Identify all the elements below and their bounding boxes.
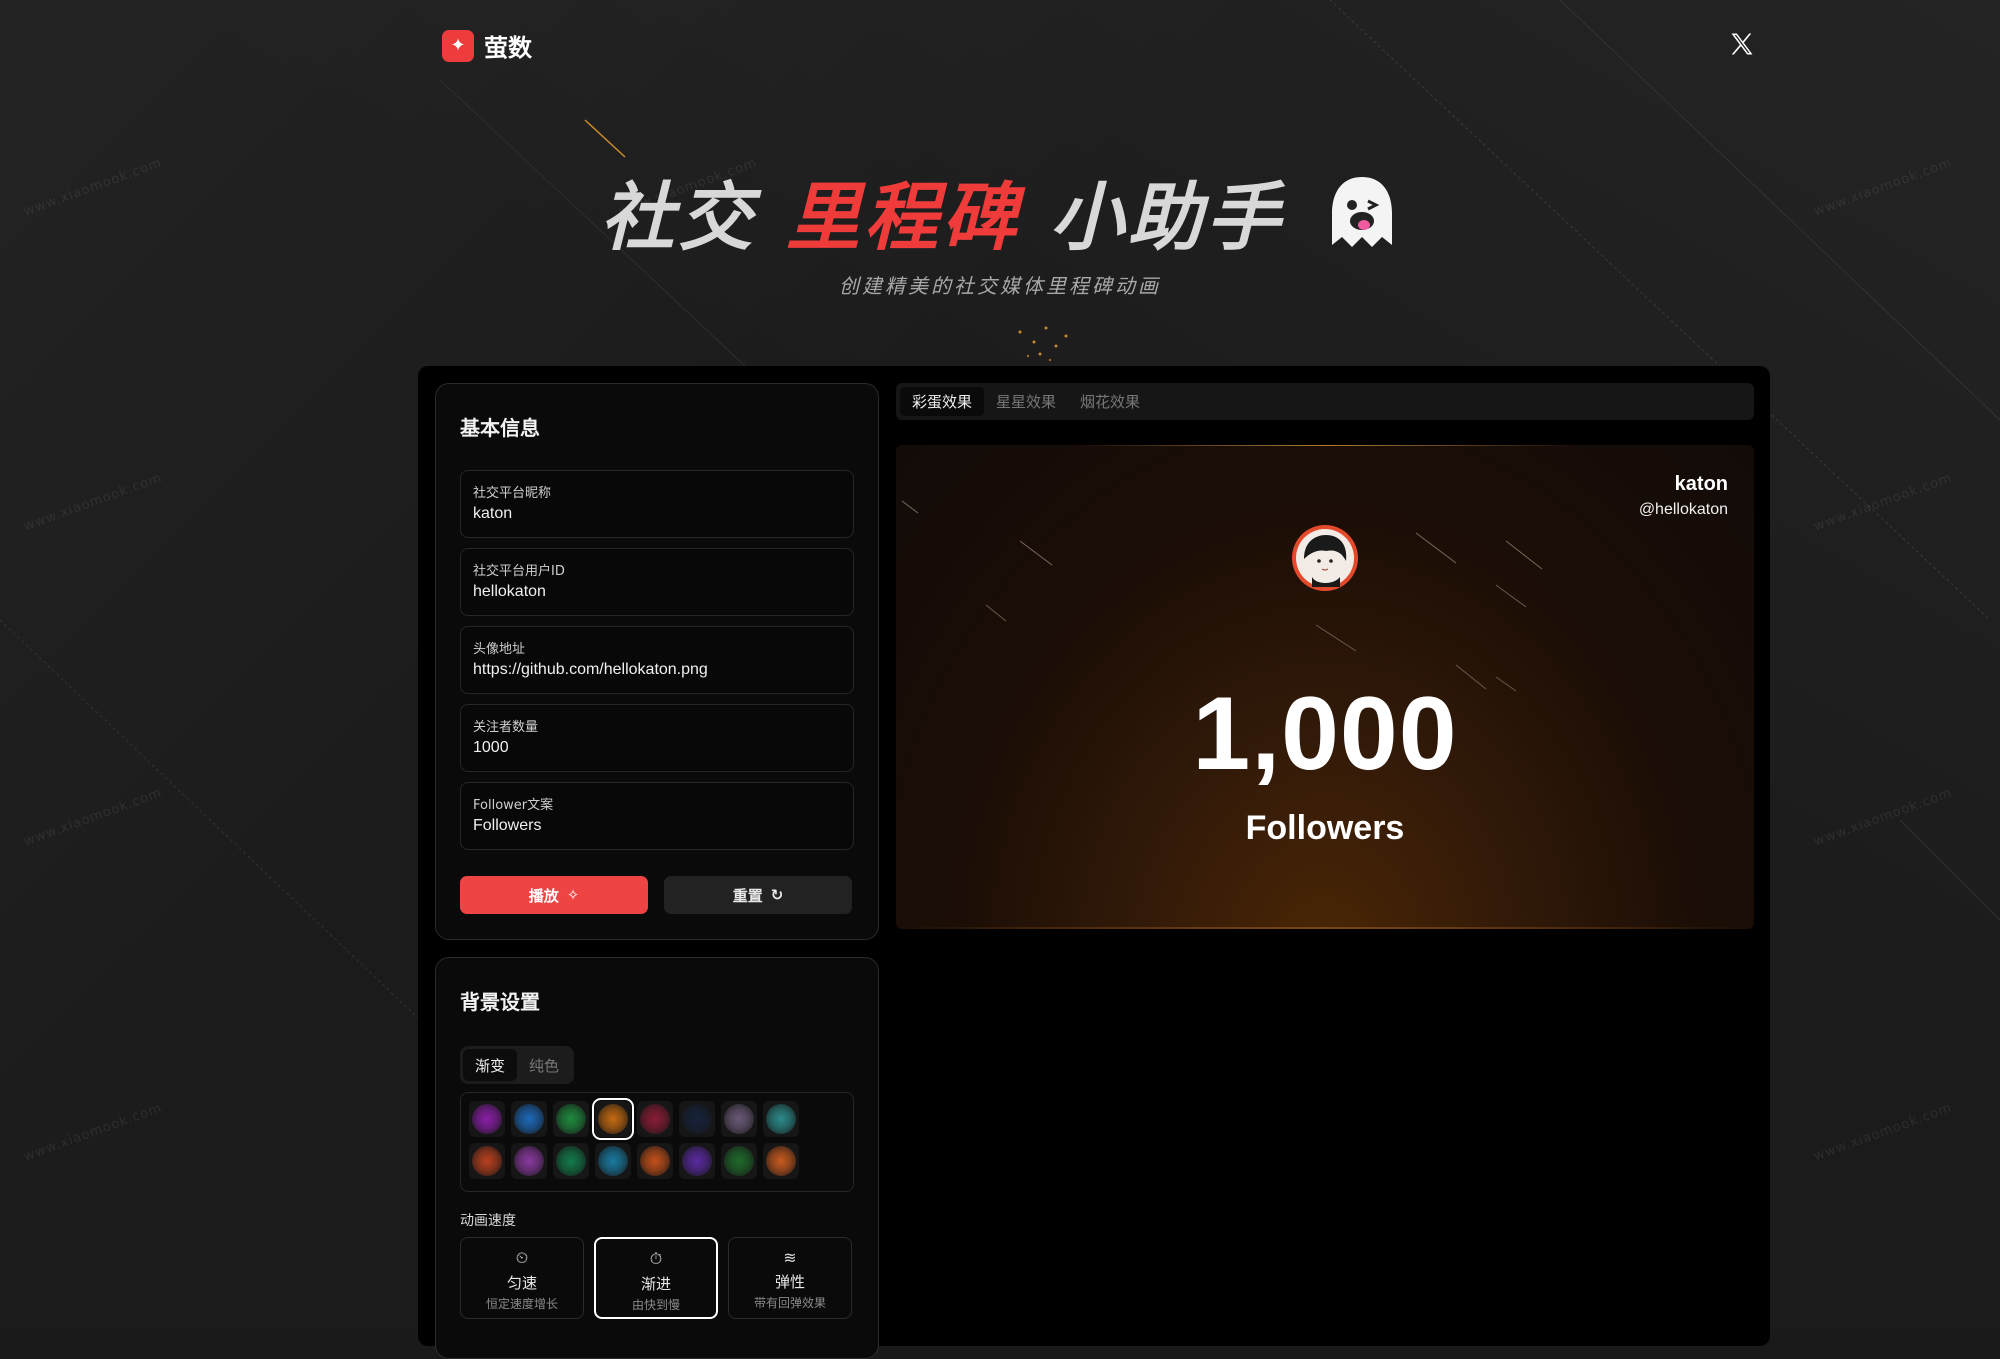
preview-handle: @hellokaton	[1638, 501, 1728, 518]
hero-title: 社交 里程碑 小助手	[0, 158, 2000, 271]
play-button[interactable]: 播放 ✧	[460, 876, 648, 914]
swatch-color-dot	[556, 1104, 586, 1134]
swatch-color-dot	[682, 1104, 712, 1134]
field-label: 社交平台昵称	[473, 486, 552, 501]
swatch-color-dot	[472, 1146, 502, 1176]
color-swatch[interactable]	[721, 1101, 757, 1137]
tab-confetti[interactable]: 彩蛋效果	[900, 387, 985, 416]
background-settings-title: 背景设置	[460, 990, 540, 1014]
hero-title-accent: 里程碑	[786, 175, 1021, 261]
follower-count-display: 1,000	[1192, 676, 1458, 792]
nickname-input[interactable]	[473, 505, 843, 523]
sparkle-particles	[1018, 326, 1068, 362]
reset-button[interactable]: 重置 ↻	[664, 876, 852, 914]
speed-option-name: 匀速	[506, 1274, 537, 1292]
swatch-color-dot	[682, 1146, 712, 1176]
x-logo-icon[interactable]	[1728, 30, 1756, 58]
color-swatch[interactable]	[511, 1143, 547, 1179]
sparkles-icon: ✧	[566, 886, 580, 904]
speed-option-elastic[interactable]: ≋ 弹性 带有回弹效果	[728, 1237, 852, 1319]
background-mode-toggle: 渐变 纯色	[460, 1046, 574, 1084]
hero-title-part2: 小助手	[1049, 175, 1284, 261]
field-label: 关注者数量	[473, 720, 539, 735]
user-id-field[interactable]: 社交平台用户ID	[460, 548, 854, 616]
swatch-color-dot	[640, 1146, 670, 1176]
preview-bottom-line	[896, 927, 1754, 929]
speed-option-name: 渐进	[640, 1275, 671, 1293]
color-swatch-grid	[460, 1092, 854, 1192]
swatch-color-dot	[724, 1104, 754, 1134]
speed-option-linear[interactable]: ⏲ 匀速 恒定速度增长	[460, 1237, 584, 1319]
color-swatch[interactable]	[763, 1143, 799, 1179]
basic-info-title: 基本信息	[460, 416, 540, 440]
color-swatch[interactable]	[592, 1098, 634, 1140]
ghost-icon	[1324, 173, 1400, 271]
swatch-color-dot	[640, 1104, 670, 1134]
speed-option-desc: 由快到慢	[631, 1298, 680, 1312]
color-swatch[interactable]	[679, 1101, 715, 1137]
follower-text-field[interactable]: Follower文案	[460, 782, 854, 850]
nickname-field[interactable]: 社交平台昵称	[460, 470, 854, 538]
color-swatch[interactable]	[637, 1143, 673, 1179]
swatch-color-dot	[766, 1104, 796, 1134]
mode-solid-tab[interactable]: 纯色	[517, 1049, 571, 1081]
preview-name: katon	[1674, 473, 1728, 495]
user-id-input[interactable]	[473, 583, 843, 601]
waves-icon: ≋	[783, 1248, 797, 1267]
swatch-color-dot	[766, 1146, 796, 1176]
mode-gradient-tab[interactable]: 渐变	[463, 1049, 517, 1081]
sparkle-icon: ✦	[442, 29, 474, 62]
color-swatch[interactable]	[469, 1143, 505, 1179]
field-label: 社交平台用户ID	[473, 564, 565, 579]
background-settings-card: 背景设置 渐变 纯色 动画速度 ⏲ 匀速 恒定速度增长 ⏱ 渐进 由快到慢 ≋ …	[435, 957, 879, 1359]
swatch-color-dot	[514, 1104, 544, 1134]
hero-title-part1: 社交	[600, 175, 757, 261]
hero-subtitle: 创建精美的社交媒体里程碑动画	[839, 274, 1161, 298]
avatar-image	[1296, 529, 1354, 587]
color-swatch[interactable]	[763, 1101, 799, 1137]
animation-speed-label: 动画速度	[460, 1213, 516, 1229]
follower-count-input[interactable]	[473, 739, 843, 757]
color-swatch[interactable]	[637, 1101, 673, 1137]
timer-off-icon: ⏲	[515, 1248, 529, 1267]
color-swatch[interactable]	[679, 1143, 715, 1179]
color-swatch[interactable]	[721, 1143, 757, 1179]
swatch-color-dot	[556, 1146, 586, 1176]
speed-option-desc: 恒定速度增长	[485, 1297, 558, 1311]
refresh-icon: ↻	[770, 886, 784, 904]
effect-tabs: 彩蛋效果 星星效果 烟花效果	[896, 383, 1754, 420]
tab-fireworks[interactable]: 烟花效果	[1068, 387, 1152, 416]
swatch-color-dot	[598, 1104, 628, 1134]
milestone-preview: katon @hellokaton 1,000 Followers	[896, 445, 1754, 929]
play-button-label: 播放	[528, 886, 559, 905]
swatch-color-dot	[472, 1104, 502, 1134]
speed-option-desc: 带有回弹效果	[753, 1296, 826, 1310]
avatar	[1292, 525, 1358, 591]
speed-option-name: 弹性	[774, 1273, 805, 1291]
color-swatch[interactable]	[553, 1101, 589, 1137]
app-logo[interactable]: ✦ 萤数	[442, 28, 532, 63]
avatar-url-field[interactable]: 头像地址	[460, 626, 854, 694]
swatch-color-dot	[514, 1146, 544, 1176]
tab-stars[interactable]: 星星效果	[984, 387, 1068, 416]
field-label: 头像地址	[473, 642, 526, 657]
swatch-color-dot	[724, 1146, 754, 1176]
basic-info-card: 基本信息 社交平台昵称 社交平台用户ID 头像地址 关注者数量 Follower…	[435, 383, 879, 940]
swatch-color-dot	[598, 1146, 628, 1176]
follower-label-display: Followers	[1245, 809, 1405, 847]
speed-option-ease[interactable]: ⏱ 渐进 由快到慢	[594, 1237, 718, 1319]
stopwatch-icon: ⏱	[649, 1249, 663, 1268]
app-name: 萤数	[484, 34, 532, 62]
color-swatch[interactable]	[511, 1101, 547, 1137]
color-swatch[interactable]	[595, 1143, 631, 1179]
color-swatch[interactable]	[469, 1101, 505, 1137]
avatar-url-input[interactable]	[473, 661, 843, 679]
follower-count-field[interactable]: 关注者数量	[460, 704, 854, 772]
color-swatch[interactable]	[553, 1143, 589, 1179]
follower-text-input[interactable]	[473, 817, 843, 835]
field-label: Follower文案	[473, 798, 554, 813]
reset-button-label: 重置	[732, 886, 763, 905]
